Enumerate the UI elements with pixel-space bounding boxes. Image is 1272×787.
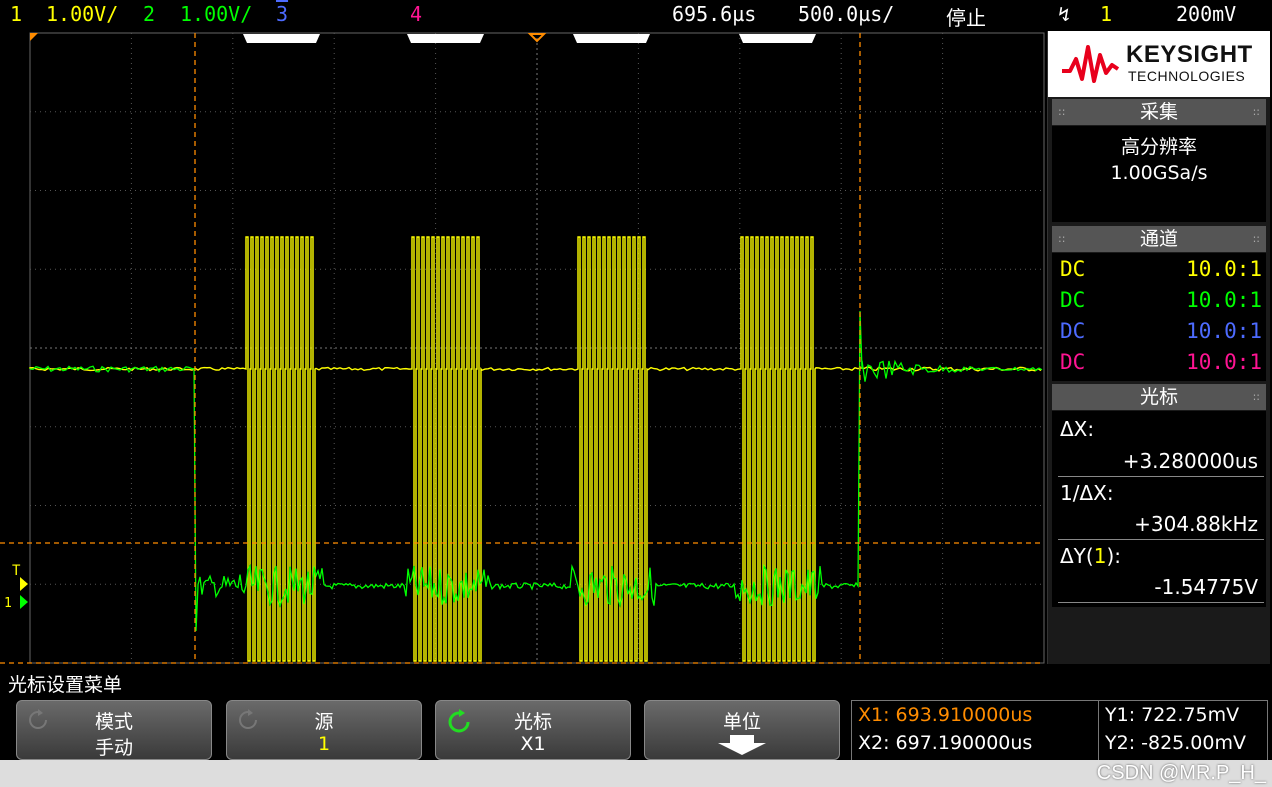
logo-brand: KEYSIGHT <box>1126 41 1253 68</box>
channels-body: DC 10.0:1 DC 10.0:1 DC 10.0:1 DC 10.0:1 <box>1052 253 1266 381</box>
cursors-body: ΔX: +3.280000us 1/ΔX: +304.88kHz ΔY(1): … <box>1052 411 1266 607</box>
inverse-delta-x-label: 1/ΔX: <box>1060 481 1114 505</box>
divider <box>1058 602 1264 603</box>
channel-row-2[interactable]: DC 10.0:1 <box>1056 286 1266 316</box>
ch2-ground-arrow <box>20 595 28 609</box>
channel-row-1[interactable]: DC 10.0:1 <box>1056 255 1266 285</box>
x2-readout: X2: 697.190000us <box>858 732 1033 754</box>
units-softkey[interactable]: 单位 <box>644 700 840 760</box>
divider <box>1058 476 1264 477</box>
acquisition-header[interactable]: :: 采集 :: <box>1052 99 1266 125</box>
grip-icon: :: <box>1058 105 1066 118</box>
grip-icon: :: <box>1252 105 1260 118</box>
ch2-scale[interactable]: 1.00V/ <box>180 2 252 26</box>
cursors-header[interactable]: 光标 :: <box>1052 384 1266 410</box>
acquisition-title: 采集 <box>1139 101 1178 123</box>
mode-value: 手动 <box>94 737 133 759</box>
memory-bar-segment <box>739 34 816 43</box>
y2-readout: Y2: -825.00mV <box>1105 732 1246 754</box>
menu-title: 光标设置菜单 <box>8 674 123 696</box>
ch2-coupling: DC <box>1060 288 1086 312</box>
memory-bar-segment <box>573 34 650 43</box>
inverse-delta-x-value: +304.88kHz <box>1134 512 1258 536</box>
logo-sub: TECHNOLOGIES <box>1128 68 1246 84</box>
trigger-source[interactable]: 1 <box>1100 2 1112 26</box>
time-position[interactable]: 695.6µs <box>672 2 756 26</box>
delta-y-value: -1.54775V <box>1154 575 1258 599</box>
mode-softkey[interactable]: 模式 手动 <box>16 700 212 760</box>
ch3-probe: 10.0:1 <box>1186 319 1262 343</box>
run-state[interactable]: 停止 <box>946 2 986 31</box>
mode-label: 模式 <box>94 711 133 733</box>
ch1-coupling: DC <box>1060 257 1086 281</box>
ch2-probe: 10.0:1 <box>1186 288 1262 312</box>
grip-icon: :: <box>1252 232 1260 245</box>
ch1-number[interactable]: 1 <box>10 2 22 26</box>
memory-bar-segment <box>407 34 484 43</box>
acquisition-body: 高分辨率 1.00GSa/s <box>1052 126 1266 222</box>
delta-x-label: ΔX: <box>1060 417 1095 441</box>
watermark: CSDN @MR.P_H_ <box>1096 762 1266 784</box>
trigger-level-arrow <box>20 577 28 591</box>
cursor-label: 光标 <box>513 711 552 733</box>
delta-y-label: ΔY(1): <box>1060 544 1121 568</box>
acquisition-mode: 高分辨率 <box>1120 136 1197 158</box>
memory-bar-segment <box>243 34 320 43</box>
sample-rate: 1.00GSa/s <box>1110 162 1208 184</box>
source-value: 1 <box>317 733 331 755</box>
ch4-probe: 10.0:1 <box>1186 350 1262 374</box>
cursor-value: X1 <box>520 733 546 755</box>
grip-icon: :: <box>1252 390 1260 403</box>
keysight-wave-icon <box>1062 45 1120 83</box>
x1-readout: X1: 693.910000us <box>858 704 1033 726</box>
trigger-level[interactable]: 200mV <box>1176 2 1236 26</box>
ch4-number[interactable]: 4 <box>410 2 422 26</box>
ch1-scale[interactable]: 1.00V/ <box>46 2 118 26</box>
divider <box>1058 539 1264 540</box>
channels-title: 通道 <box>1139 228 1178 250</box>
source-softkey[interactable]: 源 1 <box>226 700 422 760</box>
ch4-coupling: DC <box>1060 350 1086 374</box>
down-arrow-icon <box>718 735 766 755</box>
keysight-logo: KEYSIGHT TECHNOLOGIES <box>1048 31 1270 97</box>
footer-bar: CSDN @MR.P_H_ <box>0 760 1272 787</box>
ch3-coupling: DC <box>1060 319 1086 343</box>
units-label: 单位 <box>722 711 761 733</box>
waveform-graticule[interactable]: T1 <box>0 31 1047 666</box>
status-bar: 1 1.00V/ 2 1.00V/ 3 4 695.6µs 500.0µs/ 停… <box>0 0 1272 31</box>
cursor-x-readout: X1: 693.910000us X2: 697.190000us <box>851 700 1099 762</box>
delta-x-value: +3.280000us <box>1122 449 1258 473</box>
trigger-marker: T <box>12 563 21 579</box>
ch3-number[interactable]: 3 <box>276 2 288 26</box>
ch1-probe: 10.0:1 <box>1186 257 1262 281</box>
cursor-softkey[interactable]: 光标 X1 <box>435 700 631 760</box>
channels-header[interactable]: :: 通道 :: <box>1052 226 1266 252</box>
rising-edge-icon[interactable]: ↯ <box>1058 2 1070 26</box>
cursors-title: 光标 <box>1139 386 1178 408</box>
channel-row-4[interactable]: DC 10.0:1 <box>1056 348 1266 378</box>
source-label: 源 <box>314 711 334 733</box>
ch2-number[interactable]: 2 <box>143 2 155 26</box>
channel-row-3[interactable]: DC 10.0:1 <box>1056 317 1266 347</box>
time-scale[interactable]: 500.0µs/ <box>798 2 894 26</box>
grip-icon: :: <box>1058 232 1066 245</box>
cursor-y-readout: Y1: 722.75mV Y2: -825.00mV <box>1098 700 1268 762</box>
y1-readout: Y1: 722.75mV <box>1105 704 1240 726</box>
info-panel: KEYSIGHT TECHNOLOGIES :: 采集 :: 高分辨率 1.00… <box>1047 31 1270 664</box>
ground-marker: 1 <box>4 596 12 611</box>
